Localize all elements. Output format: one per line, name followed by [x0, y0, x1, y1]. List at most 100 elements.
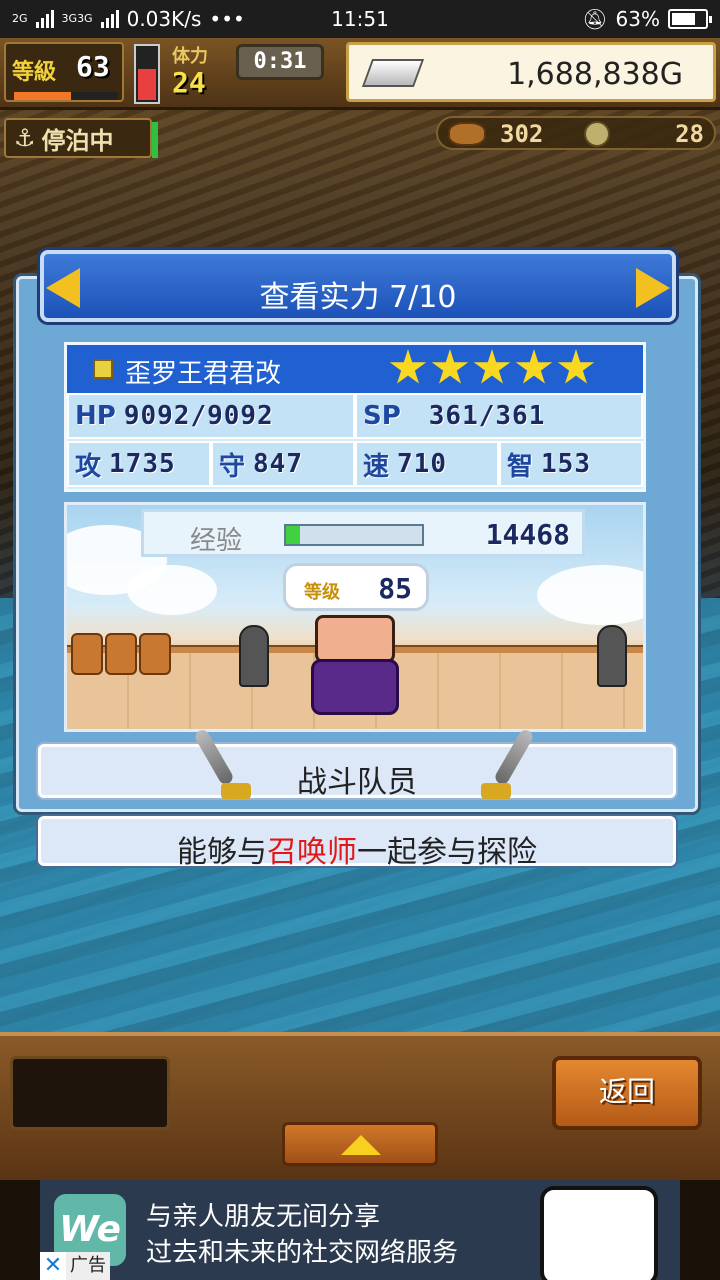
empty-slot [10, 1056, 170, 1130]
sp-cell: SP 361/361 [355, 393, 643, 439]
ad-line-1: 与亲人朋友无间分享 [146, 1202, 381, 1232]
character-sprite [305, 615, 405, 715]
cannon-icon [597, 625, 627, 687]
star-icon [557, 349, 595, 384]
stats-table: 歪罗王君君改 HP 9092/9092 SP 361/361 攻 1735 守 … [64, 342, 646, 492]
experience-label: 经验 [190, 526, 243, 556]
anchor-status[interactable]: ⚓ 停泊中 [4, 118, 158, 158]
bottom-bar: 返回 [0, 1032, 720, 1180]
ad-line-2: 过去和未来的社交网络服务 [146, 1238, 459, 1268]
signal-1-icon: 2G [12, 12, 28, 25]
int-value: 153 [541, 449, 591, 479]
hp-cell: HP 9092/9092 [67, 393, 355, 439]
sword-right-icon [477, 727, 547, 811]
character-head [315, 615, 395, 663]
resource-bar: 302 28 [436, 116, 716, 150]
signal-bars-2-icon [100, 10, 119, 28]
ad-tag: ✕ 广告 [40, 1252, 110, 1280]
barrel-icon [105, 633, 137, 675]
signal-2-icon: 3G3G [61, 12, 93, 25]
battery-icon [668, 9, 712, 29]
player-level-label: 等級 [12, 60, 57, 85]
description-prefix: 能够与 [177, 835, 267, 870]
back-button[interactable]: 返回 [552, 1056, 702, 1130]
expand-button[interactable] [282, 1122, 438, 1166]
atk-cell: 攻 1735 [67, 441, 211, 487]
experience-bar [284, 524, 424, 546]
medal-icon [584, 121, 610, 147]
star-icon [431, 349, 469, 384]
barrel-icon [71, 633, 103, 675]
description-box: 能够与召唤师一起参与探险 [38, 816, 676, 870]
resource-2-value: 28 [675, 120, 704, 148]
star-icon [515, 349, 553, 384]
ad-banner[interactable]: We 与亲人朋友无间分享 过去和未来的社交网络服务 [40, 1180, 680, 1280]
triangle-up-icon [341, 1135, 381, 1155]
anchor-status-label: 停泊中 [41, 126, 114, 155]
star-icon [473, 349, 511, 384]
player-level-box[interactable]: 等級 63 [4, 42, 124, 102]
stat-row-attributes: 攻 1735 守 847 速 710 智 153 [67, 441, 643, 487]
character-level-label: 等级 [304, 582, 340, 603]
sp-label: SP [363, 401, 401, 431]
character-level-value: 85 [378, 572, 412, 605]
network-speed: 0.03K/s [126, 7, 202, 31]
spd-cell: 速 710 [355, 441, 499, 487]
def-value: 847 [253, 449, 303, 479]
stamina-label: 体力 [172, 46, 208, 67]
cannon-icon [239, 625, 269, 687]
star-rating [389, 349, 595, 387]
signal-bars-icon [35, 10, 54, 28]
atk-label: 攻 [75, 451, 102, 482]
phone-image [540, 1186, 658, 1280]
top-hud: 等級 63 体力 24 0:31 1,688,838G [0, 38, 720, 110]
resource-1-value: 302 [500, 120, 544, 148]
character-body [311, 659, 399, 715]
experience-box: 经验 14468 [141, 509, 585, 557]
ad-label: 广告 [66, 1252, 110, 1280]
character-stage: 经验 14468 等级 85 [64, 502, 646, 732]
anchor-icon: ⚓ [14, 124, 36, 152]
status-bar: 2G 3G3G 0.03K/s ••• 11:51 🔕︎ 63% [0, 0, 720, 38]
experience-value: 14468 [485, 518, 570, 551]
panel-title-bar: 查看实力 7/10 [40, 250, 676, 322]
role-box: 战斗队员 [38, 727, 676, 800]
hp-value: 9092/9092 [123, 401, 274, 431]
role-text: 战斗队员 [297, 765, 417, 800]
int-cell: 智 153 [499, 441, 643, 487]
description-text: 能够与召唤师一起参与探险 [41, 827, 673, 871]
star-icon [389, 349, 427, 384]
player-level-progress [14, 92, 118, 100]
spd-value: 710 [397, 449, 447, 479]
food-icon [448, 122, 486, 146]
atk-value: 1735 [109, 449, 176, 479]
def-label: 守 [219, 451, 246, 482]
ad-close-icon[interactable]: ✕ [40, 1252, 66, 1280]
stat-row-hp-sp: HP 9092/9092 SP 361/361 [67, 393, 643, 439]
def-cell: 守 847 [211, 441, 355, 487]
barrel-icon [139, 633, 171, 675]
spd-label: 速 [363, 451, 390, 482]
name-row: 歪罗王君君改 [67, 345, 643, 393]
cloud [537, 565, 643, 625]
anchor-indicator [152, 122, 158, 158]
character-level-bubble: 等级 85 [283, 563, 429, 611]
stamina-value: 24 [172, 66, 206, 99]
sp-value: 361/361 [428, 401, 546, 431]
battery-percent: 63% [615, 7, 660, 31]
silver-ingot-icon [361, 59, 425, 87]
panel-title: 查看实力 7/10 [259, 280, 457, 315]
stamina-gauge [134, 44, 160, 104]
player-level-value: 63 [76, 50, 110, 83]
more-dots: ••• [209, 7, 245, 31]
gold-amount: 1,688,838G [507, 57, 683, 92]
character-name: 歪罗王君君改 [125, 359, 282, 389]
hp-label: HP [75, 401, 116, 431]
timer: 0:31 [236, 44, 324, 80]
mute-icon: 🔕︎ [582, 7, 608, 31]
int-label: 智 [507, 451, 534, 482]
description-highlight: 召唤师 [267, 835, 357, 870]
gold-box[interactable]: 1,688,838G [346, 42, 716, 102]
character-icon [93, 359, 113, 379]
description-suffix: 一起参与探险 [357, 835, 537, 870]
